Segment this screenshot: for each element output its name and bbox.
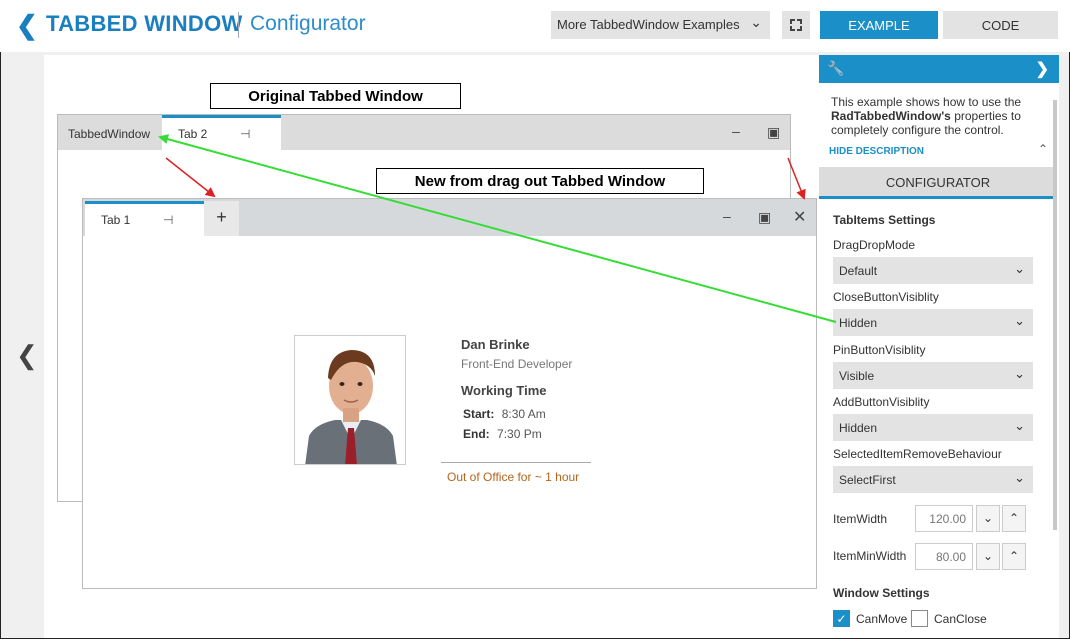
- end-label: End:: [463, 427, 490, 441]
- end-value: 7:30 Pm: [497, 427, 542, 441]
- selecteditemremove-value: SelectFirst: [839, 473, 896, 487]
- chevron-down-icon: ⌄: [1014, 313, 1025, 328]
- itemwidth-increment-button[interactable]: ⌃: [1002, 505, 1026, 532]
- chevron-down-icon: ⌄: [1014, 366, 1025, 381]
- itemwidth-input[interactable]: 120.00: [915, 505, 973, 532]
- working-time-title: Working Time: [461, 383, 547, 398]
- code-button[interactable]: CODE: [943, 11, 1058, 39]
- check-icon: ✓: [836, 612, 847, 626]
- description-bold: RadTabbedWindow's: [831, 109, 951, 123]
- employee-name: Dan Brinke: [461, 337, 530, 352]
- original-window-callout: Original Tabbed Window: [210, 83, 461, 109]
- chevron-up-icon[interactable]: ⌃: [1038, 142, 1048, 156]
- example-button[interactable]: EXAMPLE: [820, 11, 938, 39]
- itemwidth-label: ItemWidth: [833, 512, 888, 526]
- canclose-checkbox[interactable]: [911, 610, 928, 627]
- itemwidth-decrement-button[interactable]: ⌄: [976, 505, 1000, 532]
- employee-photo: [294, 335, 406, 465]
- fullscreen-icon: [790, 19, 795, 24]
- chevron-down-icon: ⌄: [982, 549, 994, 563]
- previous-example-chevron-icon[interactable]: ❮: [16, 340, 38, 371]
- pinbutton-dropdown[interactable]: Visible ⌄: [833, 362, 1033, 389]
- status-text: Out of Office for ~ 1 hour: [447, 470, 580, 484]
- dragdropmode-value: Default: [839, 264, 878, 278]
- tab-1[interactable]: Tab 1 ⊣: [85, 201, 204, 236]
- start-value: 8:30 Am: [501, 407, 546, 421]
- configurator-tab[interactable]: CONFIGURATOR: [819, 167, 1057, 199]
- maximize-icon[interactable]: ▣: [758, 209, 771, 226]
- original-tabstrip: TabbedWindow Tab 2 ⊣ – ▣: [58, 115, 790, 150]
- minimize-icon[interactable]: –: [723, 208, 731, 224]
- pin-icon[interactable]: ⊣: [240, 127, 250, 141]
- chevron-up-icon: ⌃: [1008, 511, 1020, 525]
- chevron-up-icon: ⌃: [1008, 549, 1020, 563]
- original-window-title: TabbedWindow: [68, 127, 151, 141]
- new-tabbed-window[interactable]: Tab 1 ⊣ + – ▣ ✕ Dan Brinke Front-End Dev…: [82, 198, 817, 589]
- addbutton-dropdown[interactable]: Hidden ⌄: [833, 414, 1033, 441]
- closebutton-value: Hidden: [839, 316, 878, 330]
- addbutton-value: Hidden: [839, 421, 878, 435]
- fullscreen-icon-corner: [797, 19, 802, 24]
- chevron-down-icon: ⌄: [750, 14, 762, 30]
- new-window-callout: New from drag out Tabbed Window: [376, 168, 704, 194]
- minimize-icon[interactable]: –: [732, 123, 740, 139]
- dragdropmode-label: DragDropMode: [833, 238, 916, 252]
- tabitems-settings-title: TabItems Settings: [833, 213, 936, 227]
- maximize-icon[interactable]: ▣: [767, 124, 780, 141]
- addbutton-label: AddButtonVisiblity: [833, 395, 930, 409]
- end-time-row: End: 7:30 Pm: [463, 427, 542, 441]
- pinbutton-label: PinButtonVisiblity: [833, 343, 926, 357]
- panel-header[interactable]: 🔧 ❯: [819, 55, 1059, 83]
- add-tab-button[interactable]: +: [204, 201, 239, 236]
- plus-icon: +: [216, 207, 227, 227]
- start-time-row: Start: 8:30 Am: [463, 407, 546, 421]
- fullscreen-button[interactable]: [782, 11, 810, 39]
- tab-2-label: Tab 2: [178, 127, 208, 141]
- itemminwidth-decrement-button[interactable]: ⌄: [976, 543, 1000, 570]
- pinbutton-value: Visible: [839, 369, 875, 383]
- status-divider: [441, 462, 591, 463]
- description-text: This example shows how to use the: [831, 95, 1022, 109]
- examples-dropdown-label: More TabbedWindow Examples: [557, 17, 740, 32]
- closebutton-dropdown[interactable]: Hidden ⌄: [833, 309, 1033, 336]
- tab-2[interactable]: Tab 2 ⊣: [162, 115, 281, 150]
- fullscreen-icon-corner: [797, 26, 802, 31]
- start-label: Start:: [463, 407, 495, 421]
- app-subtitle: Configurator: [250, 12, 366, 35]
- examples-dropdown[interactable]: More TabbedWindow Examples ⌄: [551, 11, 770, 39]
- hide-description-link[interactable]: HIDE DESCRIPTION: [829, 146, 924, 157]
- chevron-right-icon[interactable]: ❯: [1036, 59, 1049, 79]
- window-settings-title: Window Settings: [833, 586, 930, 600]
- title-separator: [238, 12, 239, 38]
- selecteditemremove-label: SelectedItemRemoveBehaviour: [833, 447, 1002, 461]
- wrench-icon: 🔧: [827, 60, 845, 76]
- app-header: ❮ TABBED WINDOW Configurator More Tabbed…: [0, 0, 1070, 52]
- chevron-down-icon: ⌄: [1014, 470, 1025, 485]
- itemminwidth-input[interactable]: 80.00: [915, 543, 973, 570]
- itemminwidth-increment-button[interactable]: ⌃: [1002, 543, 1026, 570]
- new-tabstrip: Tab 1 ⊣ + – ▣ ✕: [83, 199, 816, 236]
- app-title: TABBED WINDOW: [46, 11, 243, 36]
- chevron-down-icon: ⌄: [1014, 418, 1025, 433]
- selecteditemremove-dropdown[interactable]: SelectFirst ⌄: [833, 466, 1033, 493]
- employee-role: Front-End Developer: [461, 357, 573, 371]
- pin-icon[interactable]: ⊣: [163, 213, 173, 227]
- panel-scrollbar[interactable]: [1053, 100, 1057, 530]
- chevron-down-icon: ⌄: [982, 511, 994, 525]
- canclose-label: CanClose: [934, 612, 987, 626]
- tab-1-label: Tab 1: [101, 213, 131, 227]
- closebutton-label: CloseButtonVisiblity: [833, 290, 939, 304]
- configuration-panel: 🔧 ❯ This example shows how to use the Ra…: [819, 55, 1059, 638]
- canmove-checkbox[interactable]: ✓: [833, 610, 850, 627]
- chevron-down-icon: ⌄: [1014, 261, 1025, 276]
- dragdropmode-dropdown[interactable]: Default ⌄: [833, 257, 1033, 284]
- back-chevron-icon[interactable]: ❮: [16, 10, 38, 41]
- itemminwidth-label: ItemMinWidth: [833, 549, 907, 563]
- canmove-label: CanMove: [856, 612, 908, 626]
- close-icon[interactable]: ✕: [793, 207, 806, 227]
- employee-photo-image: [295, 336, 405, 464]
- example-description: This example shows how to use the RadTab…: [831, 95, 1041, 137]
- fullscreen-icon-corner: [790, 26, 795, 31]
